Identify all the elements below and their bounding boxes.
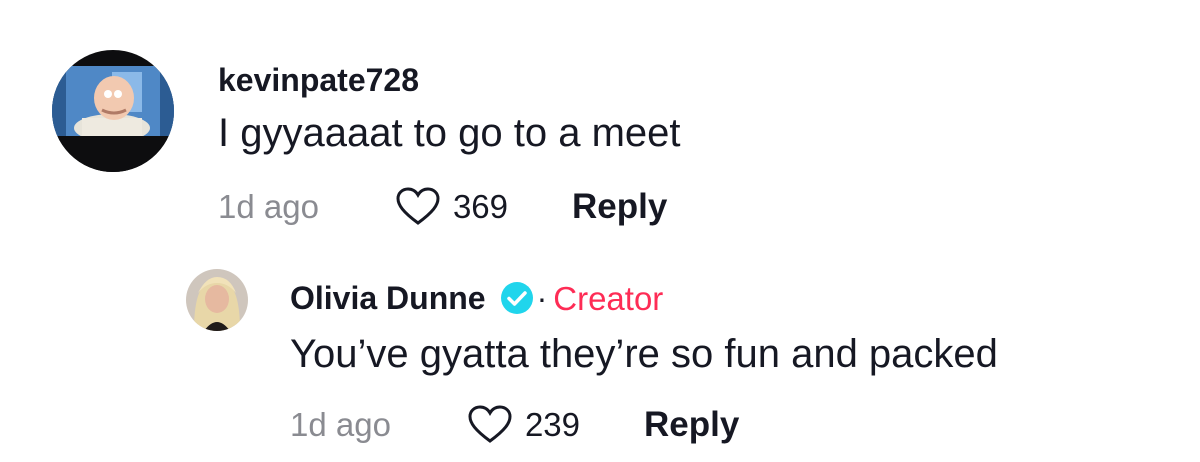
verified-check-icon bbox=[500, 281, 534, 315]
reply-comment-item: Olivia Dunne · Creator You’ve gyatta the… bbox=[0, 240, 1200, 462]
reply-like-count: 239 bbox=[524, 405, 580, 443]
avatar-image bbox=[52, 50, 174, 172]
comment-actions: 1d ago 369 Reply bbox=[218, 186, 667, 226]
creator-badge: Creator bbox=[553, 279, 664, 317]
heart-outline-icon bbox=[395, 186, 441, 226]
reply-button[interactable]: Reply bbox=[572, 189, 667, 224]
reply-comment-text: You’ve gyatta they’re so fun and packed bbox=[290, 332, 998, 376]
like-button[interactable]: 369 bbox=[395, 186, 508, 226]
comment-text: I gyyaaaat to go to a meet bbox=[218, 111, 681, 155]
reply-like-button[interactable]: 239 bbox=[467, 404, 580, 444]
name-separator: · bbox=[536, 280, 548, 316]
like-count: 369 bbox=[452, 187, 508, 225]
reply-name-row: Olivia Dunne · Creator bbox=[290, 278, 663, 318]
reply-reply-button[interactable]: Reply bbox=[644, 407, 739, 442]
reply-avatar[interactable] bbox=[186, 269, 248, 331]
avatar[interactable] bbox=[52, 50, 174, 172]
reply-avatar-image bbox=[186, 269, 248, 331]
comment-username[interactable]: kevinpate728 bbox=[218, 64, 419, 96]
heart-outline-icon bbox=[467, 404, 513, 444]
reply-comment-actions: 1d ago 239 Reply bbox=[290, 404, 739, 444]
comment-timestamp: 1d ago bbox=[218, 187, 319, 225]
reply-comment-timestamp: 1d ago bbox=[290, 405, 391, 443]
reply-username[interactable]: Olivia Dunne bbox=[290, 282, 486, 314]
comment-item: kevinpate728 I gyyaaaat to go to a meet … bbox=[0, 0, 1200, 240]
